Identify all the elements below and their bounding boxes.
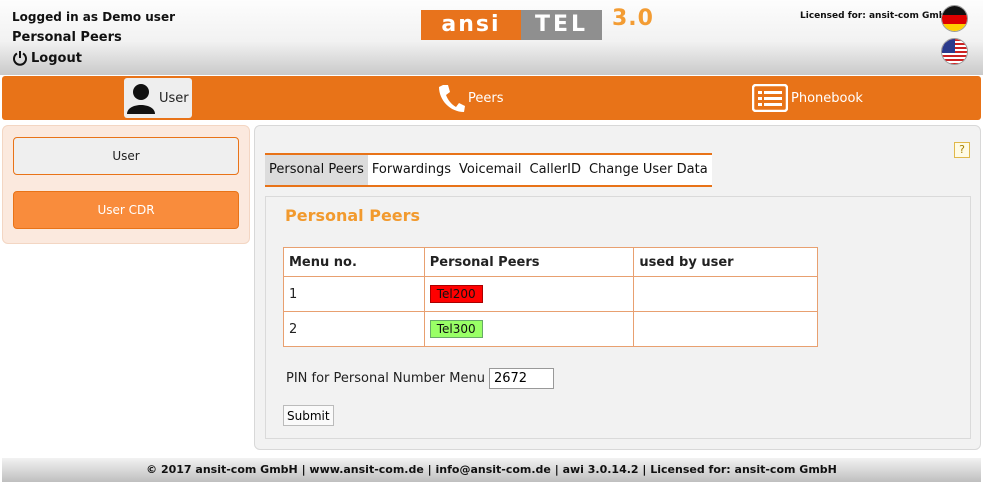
logged-in-label: Logged in as Demo user	[12, 10, 175, 24]
phonebook-icon	[752, 84, 788, 112]
ansitel-logo: ansi TEL 3.0	[421, 6, 654, 40]
sidebar-item-user[interactable]: User	[13, 137, 239, 175]
content-title: Personal Peers	[285, 206, 421, 225]
logout-link[interactable]: Logout	[12, 50, 82, 66]
table-row: 2 Tel300	[283, 311, 818, 347]
help-icon[interactable]: ?	[954, 142, 970, 158]
peer-cell: Tel300	[423, 311, 635, 347]
nav-peers[interactable]: Peers	[437, 76, 504, 120]
logo-version: 3.0	[612, 5, 654, 31]
page-title: Personal Peers	[12, 30, 122, 45]
menu-no-cell: 2	[283, 311, 425, 347]
pin-row: PIN for Personal Number Menu	[286, 368, 554, 389]
user-icon	[127, 84, 155, 114]
nav-phonebook-label: Phonebook	[791, 90, 863, 106]
german-flag-icon[interactable]	[941, 5, 968, 32]
nav-phonebook[interactable]: Phonebook	[752, 76, 863, 120]
tab-change-user-data[interactable]: Change User Data	[585, 155, 712, 185]
used-by-cell	[633, 311, 818, 347]
nav-peers-label: Peers	[468, 90, 504, 106]
license-label: Licensed for: ansit-com GmbH	[800, 11, 953, 21]
column-header: Personal Peers	[423, 247, 635, 277]
tab-content: Personal Peers Menu no. Personal Peers u…	[265, 196, 971, 439]
table-header-row: Menu no. Personal Peers used by user	[283, 247, 818, 277]
nav-user-label: User	[159, 90, 189, 106]
logo-tel: TEL	[521, 10, 602, 40]
pin-input[interactable]	[488, 368, 554, 389]
column-header: used by user	[633, 247, 818, 277]
peer-cell: Tel200	[423, 276, 635, 312]
table-row: 1 Tel200	[283, 276, 818, 312]
personal-peers-table: Menu no. Personal Peers used by user 1 T…	[283, 247, 818, 347]
logout-label: Logout	[31, 50, 82, 66]
tab-bar: Personal Peers Forwardings Voicemail Cal…	[265, 153, 712, 187]
tab-forwardings[interactable]: Forwardings	[368, 155, 455, 185]
main-panel: ? Personal Peers Forwardings Voicemail C…	[254, 125, 981, 450]
column-header: Menu no.	[283, 247, 425, 277]
submit-button[interactable]: Submit	[283, 405, 334, 426]
footer: © 2017 ansit-com GmbH | www.ansit-com.de…	[2, 458, 981, 482]
logo-ansi: ansi	[421, 10, 521, 40]
pin-label: PIN for Personal Number Menu	[286, 371, 485, 386]
peer-button[interactable]: Tel300	[429, 320, 483, 338]
tab-voicemail[interactable]: Voicemail	[455, 155, 525, 185]
peer-button[interactable]: Tel200	[429, 285, 483, 303]
main-navbar: User Peers Phonebook	[2, 76, 981, 120]
sidebar: User User CDR	[2, 125, 250, 244]
used-by-cell	[633, 276, 818, 312]
header: Logged in as Demo user Personal Peers Lo…	[0, 0, 983, 75]
sidebar-item-user-cdr[interactable]: User CDR	[13, 191, 239, 229]
power-icon	[13, 51, 27, 66]
nav-user[interactable]: User	[124, 78, 192, 118]
us-flag-icon[interactable]	[941, 38, 968, 65]
tab-personal-peers[interactable]: Personal Peers	[265, 155, 368, 185]
tab-callerid[interactable]: CallerID	[526, 155, 585, 185]
menu-no-cell: 1	[283, 276, 425, 312]
phone-icon	[439, 85, 465, 112]
